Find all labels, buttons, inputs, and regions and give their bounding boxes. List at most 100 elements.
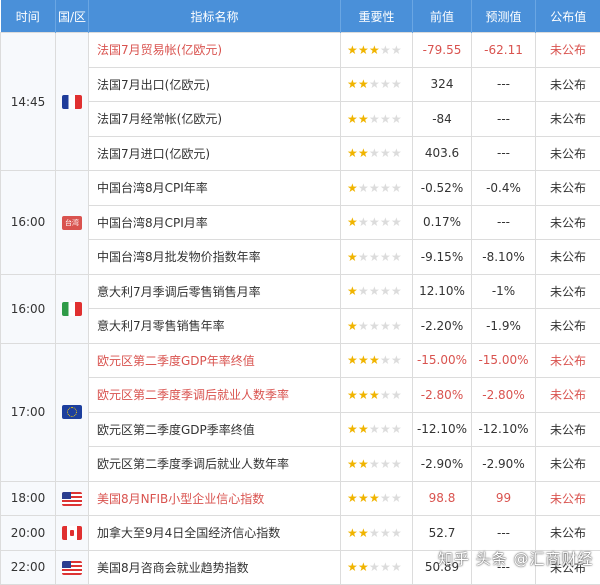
table-row[interactable]: 法国7月出口(亿欧元)★★★★★324---未公布 (1, 67, 600, 102)
indicator-name[interactable]: 法国7月出口(亿欧元) (89, 67, 341, 102)
country-cell: 台湾 (56, 171, 89, 275)
country-cell (56, 516, 89, 551)
time-cell: 17:00 (1, 343, 56, 481)
forecast-value: --- (472, 102, 536, 137)
time-cell: 16:00 (1, 274, 56, 343)
star-empty-icon: ★ (391, 423, 402, 435)
star-empty-icon: ★ (380, 492, 391, 504)
importance-stars: ★★★★★ (341, 481, 413, 516)
indicator-name[interactable]: 法国7月进口(亿欧元) (89, 136, 341, 171)
forecast-value: -2.90% (472, 447, 536, 482)
actual-value: 未公布 (536, 516, 600, 551)
importance-stars: ★★★★★ (341, 274, 413, 309)
previous-value: -12.10% (413, 412, 472, 447)
star-filled-icon: ★ (347, 320, 358, 332)
importance-stars: ★★★★★ (341, 67, 413, 102)
star-empty-icon: ★ (380, 44, 391, 56)
actual-value: 未公布 (536, 33, 600, 68)
indicator-name[interactable]: 法国7月贸易帐(亿欧元) (89, 33, 341, 68)
star-filled-icon: ★ (358, 113, 369, 125)
star-empty-icon: ★ (358, 320, 369, 332)
importance-stars: ★★★★★ (341, 309, 413, 344)
star-empty-icon: ★ (391, 354, 402, 366)
header-previous: 前值 (413, 0, 472, 33)
star-empty-icon: ★ (369, 251, 380, 263)
table-row[interactable]: 18:00美国8月NFIB小型企业信心指数★★★★★98.899未公布 (1, 481, 600, 516)
indicator-name[interactable]: 美国8月咨商会就业趋势指数 (89, 550, 341, 585)
indicator-name[interactable]: 法国7月经常帐(亿欧元) (89, 102, 341, 137)
star-filled-icon: ★ (358, 527, 369, 539)
table-row[interactable]: 20:00加拿大至9月4日全国经济信心指数★★★★★52.7---未公布 (1, 516, 600, 551)
star-empty-icon: ★ (391, 251, 402, 263)
star-filled-icon: ★ (347, 354, 358, 366)
indicator-name[interactable]: 中国台湾8月CPI年率 (89, 171, 341, 206)
star-filled-icon: ★ (347, 423, 358, 435)
star-empty-icon: ★ (380, 423, 391, 435)
indicator-name[interactable]: 中国台湾8月CPI月率 (89, 205, 341, 240)
star-empty-icon: ★ (391, 320, 402, 332)
previous-value: 403.6 (413, 136, 472, 171)
time-cell: 20:00 (1, 516, 56, 551)
table-row[interactable]: 16:00台湾中国台湾8月CPI年率★★★★★-0.52%-0.4%未公布 (1, 171, 600, 206)
table-row[interactable]: 法国7月进口(亿欧元)★★★★★403.6---未公布 (1, 136, 600, 171)
importance-stars: ★★★★★ (341, 378, 413, 413)
star-filled-icon: ★ (369, 44, 380, 56)
star-filled-icon: ★ (358, 458, 369, 470)
italy-flag-icon (62, 302, 82, 316)
watermark: 知乎 头条 @汇商财经 (438, 548, 594, 569)
actual-value: 未公布 (536, 309, 600, 344)
importance-stars: ★★★★★ (341, 102, 413, 137)
indicator-name[interactable]: 中国台湾8月批发物价指数年率 (89, 240, 341, 275)
star-filled-icon: ★ (369, 492, 380, 504)
star-empty-icon: ★ (369, 78, 380, 90)
header-importance: 重要性 (341, 0, 413, 33)
indicator-name[interactable]: 加拿大至9月4日全国经济信心指数 (89, 516, 341, 551)
importance-stars: ★★★★★ (341, 171, 413, 206)
previous-value: -2.20% (413, 309, 472, 344)
actual-value: 未公布 (536, 67, 600, 102)
star-empty-icon: ★ (380, 527, 391, 539)
star-filled-icon: ★ (347, 492, 358, 504)
star-empty-icon: ★ (369, 458, 380, 470)
forecast-value: --- (472, 205, 536, 240)
star-filled-icon: ★ (347, 113, 358, 125)
economic-calendar-table: 时间 国/区 指标名称 重要性 前值 预测值 公布值 14:45法国7月贸易帐(… (0, 0, 600, 585)
canada-flag-icon (62, 526, 82, 540)
star-empty-icon: ★ (391, 285, 402, 297)
indicator-name[interactable]: 欧元区第二季度GDP年率终值 (89, 343, 341, 378)
star-filled-icon: ★ (347, 147, 358, 159)
table-row[interactable]: 法国7月经常帐(亿欧元)★★★★★-84---未公布 (1, 102, 600, 137)
table-row[interactable]: 16:00意大利7月季调后零售销售月率★★★★★12.10%-1%未公布 (1, 274, 600, 309)
star-empty-icon: ★ (358, 182, 369, 194)
previous-value: 52.7 (413, 516, 472, 551)
table-row[interactable]: 中国台湾8月CPI月率★★★★★0.17%---未公布 (1, 205, 600, 240)
table-row[interactable]: 欧元区第二季度季调后就业人数年率★★★★★-2.90%-2.90%未公布 (1, 447, 600, 482)
star-filled-icon: ★ (369, 354, 380, 366)
table-row[interactable]: 意大利7月零售销售年率★★★★★-2.20%-1.9%未公布 (1, 309, 600, 344)
indicator-name[interactable]: 欧元区第二季度季调后就业人数年率 (89, 447, 341, 482)
table-row[interactable]: 17:00欧元区第二季度GDP年率终值★★★★★-15.00%-15.00%未公… (1, 343, 600, 378)
importance-stars: ★★★★★ (341, 447, 413, 482)
header-indicator: 指标名称 (89, 0, 341, 33)
forecast-value: --- (472, 136, 536, 171)
actual-value: 未公布 (536, 447, 600, 482)
eu-flag-icon (62, 405, 82, 419)
table-row[interactable]: 中国台湾8月批发物价指数年率★★★★★-9.15%-8.10%未公布 (1, 240, 600, 275)
table-row[interactable]: 欧元区第二季度GDP季率终值★★★★★-12.10%-12.10%未公布 (1, 412, 600, 447)
indicator-name[interactable]: 意大利7月零售销售年率 (89, 309, 341, 344)
star-empty-icon: ★ (391, 216, 402, 228)
previous-value: 324 (413, 67, 472, 102)
indicator-name[interactable]: 欧元区第二季度GDP季率终值 (89, 412, 341, 447)
star-empty-icon: ★ (380, 389, 391, 401)
header-actual: 公布值 (536, 0, 600, 33)
table-row[interactable]: 欧元区第二季度季调后就业人数季率★★★★★-2.80%-2.80%未公布 (1, 378, 600, 413)
table-row[interactable]: 14:45法国7月贸易帐(亿欧元)★★★★★-79.55-62.11未公布 (1, 33, 600, 68)
star-filled-icon: ★ (347, 389, 358, 401)
star-empty-icon: ★ (369, 216, 380, 228)
indicator-name[interactable]: 欧元区第二季度季调后就业人数季率 (89, 378, 341, 413)
indicator-name[interactable]: 意大利7月季调后零售销售月率 (89, 274, 341, 309)
star-empty-icon: ★ (391, 78, 402, 90)
indicator-name[interactable]: 美国8月NFIB小型企业信心指数 (89, 481, 341, 516)
star-empty-icon: ★ (380, 251, 391, 263)
star-filled-icon: ★ (358, 78, 369, 90)
